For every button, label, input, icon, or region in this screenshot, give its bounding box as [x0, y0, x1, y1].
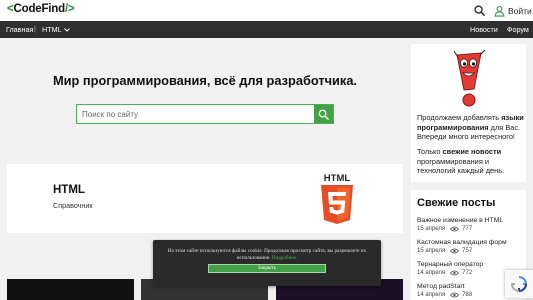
post-title[interactable]: Тернарный оператор [417, 261, 525, 268]
search-input[interactable] [77, 105, 314, 123]
site-search [76, 104, 334, 124]
sidebar-promo-card: Продолжаем добавлять языки программирова… [411, 44, 526, 182]
nav-html-dropdown[interactable]: HTML [42, 25, 70, 34]
search-submit-button[interactable] [314, 105, 333, 123]
post-meta: 15 апреля 777 [417, 226, 525, 232]
post-item[interactable]: Кастомная валидация форм 15 апреля 757 [417, 239, 525, 254]
eye-icon [450, 226, 460, 232]
logo-text: CodeFind [13, 3, 66, 15]
login-button[interactable]: Войти [494, 4, 532, 17]
post-title[interactable]: Важное изменение в HTML [417, 217, 525, 224]
nav-separator: | [34, 24, 36, 33]
site-logo[interactable]: <CodeFind/> [7, 3, 75, 15]
exclamation-mascot-icon [453, 49, 486, 107]
post-item[interactable]: Важное изменение в HTML 15 апреля 777 [417, 217, 525, 232]
post-date: 15 апреля [417, 248, 446, 254]
post-views: 777 [462, 226, 473, 232]
eye-icon [450, 270, 460, 276]
fresh-posts-heading: Свежие посты [417, 197, 496, 209]
user-icon [494, 5, 505, 17]
recaptcha-icon [510, 276, 528, 293]
html5-logo-icon: HTML [321, 173, 353, 224]
eye-icon [450, 248, 460, 254]
post-title[interactable]: Кастомная валидация форм [417, 239, 525, 246]
nav-news-link[interactable]: Новости [470, 25, 498, 34]
nav-home-link[interactable]: Главная [6, 25, 33, 34]
promo-text-news: Только свежие новости программирования и… [417, 147, 505, 175]
logo-bracket-close: /> [64, 3, 75, 15]
post-meta: 15 апреля 757 [417, 248, 525, 254]
html5-logo-text: HTML [324, 173, 351, 184]
cookie-more-link[interactable]: Подробнее. [272, 255, 297, 261]
search-icon [318, 109, 329, 120]
post-views: 757 [462, 248, 473, 254]
nav-forum-link[interactable]: Форум [507, 25, 529, 34]
nav-html-label: HTML [42, 25, 62, 34]
cookie-banner: На этом сайте используются файлы cookie.… [153, 240, 381, 286]
eye-icon [450, 292, 460, 298]
chevron-down-icon [63, 27, 70, 32]
recaptcha-badge[interactable] [505, 270, 533, 298]
card-title: HTML [53, 184, 85, 196]
search-icon[interactable] [474, 5, 485, 16]
top-header: <CodeFind/> Войти [0, 0, 533, 21]
post-views: 788 [462, 292, 473, 298]
post-date: 15 апреля [417, 226, 446, 232]
post-views: 772 [462, 270, 473, 276]
card-subtitle: Справочник [53, 201, 93, 210]
main-nav: Главная | HTML Новости Форум [0, 21, 533, 38]
promo-text-languages: Продолжаем добавлять языки программирова… [417, 113, 524, 141]
post-date: 14 апреля [417, 292, 446, 298]
html-reference-card[interactable]: HTML Справочник HTML [7, 164, 403, 233]
login-label: Войти [508, 5, 532, 16]
cookie-text: На этом сайте используются файлы cookie.… [167, 248, 367, 261]
article-thumbnail[interactable] [7, 279, 134, 300]
post-date: 14 апреля [417, 270, 446, 276]
hero-title: Мир программирования, всё для разработчи… [53, 73, 357, 88]
cookie-accept-button[interactable]: Закрыть [208, 264, 326, 273]
